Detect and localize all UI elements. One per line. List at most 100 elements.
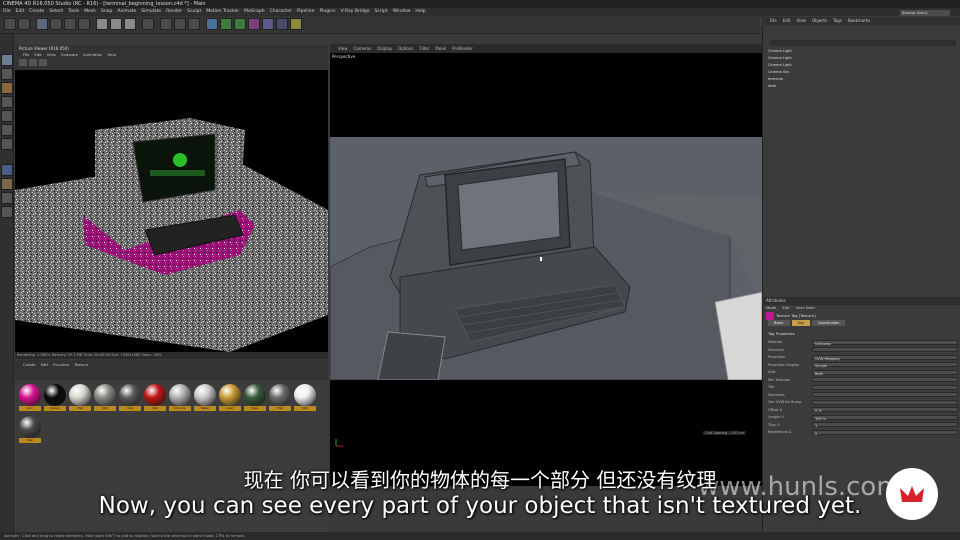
viewport-menu-item[interactable]: Options — [398, 44, 413, 53]
material-name[interactable]: Mat — [144, 406, 166, 411]
viewport-menu-item[interactable]: Panel — [435, 44, 446, 53]
attribute-tab[interactable]: Basic — [768, 320, 790, 326]
cube-icon[interactable] — [206, 18, 218, 30]
picture-viewer-menu-item[interactable]: Edit — [34, 52, 41, 57]
material-name[interactable]: Mat — [69, 406, 91, 411]
x-axis-icon[interactable] — [96, 18, 108, 30]
picture-viewer-menu-item[interactable]: View — [47, 52, 56, 57]
material-name[interactable]: Chrome — [169, 406, 191, 411]
points-mode-icon[interactable] — [1, 110, 13, 122]
menu-item[interactable]: Plugins — [319, 8, 335, 16]
tweak-icon[interactable] — [1, 178, 13, 190]
attribute-value-field[interactable] — [812, 399, 958, 405]
menu-item[interactable]: V-Ray Bridge — [341, 8, 370, 16]
material-swatch[interactable] — [94, 384, 116, 406]
picture-viewer-menu-item[interactable]: Help — [107, 52, 116, 57]
menu-item[interactable]: Window — [393, 8, 411, 16]
material-swatch[interactable] — [69, 384, 91, 406]
viewport-menu-item[interactable]: View — [338, 44, 348, 53]
texture-mode-icon[interactable] — [1, 82, 13, 94]
object-row[interactable]: Cinema Light — [768, 62, 792, 68]
menu-item[interactable]: Snap — [101, 8, 112, 16]
material-menu-item[interactable]: Function — [53, 362, 69, 367]
material-name[interactable]: Metal — [194, 406, 216, 411]
object-row[interactable]: desk — [768, 83, 776, 89]
object-manager-menu-item[interactable]: Bookmarks — [848, 17, 870, 25]
menu-item[interactable]: Tools — [68, 8, 79, 16]
viewport-menu-item[interactable]: Cameras — [354, 44, 372, 53]
menu-item[interactable]: Render — [166, 8, 182, 16]
move-tool-icon[interactable] — [50, 18, 62, 30]
menu-item[interactable]: File — [3, 8, 11, 16]
object-manager-menu-item[interactable]: Tags — [833, 17, 842, 25]
attribute-value-field[interactable]: Both — [812, 369, 958, 376]
picture-viewer-menu-item[interactable]: Compare — [61, 52, 78, 57]
object-manager-menu-item[interactable]: View — [796, 17, 806, 25]
viewport-menu-item[interactable]: Filter — [419, 44, 429, 53]
render-picture-viewer-icon[interactable] — [174, 18, 186, 30]
material-swatch[interactable] — [144, 384, 166, 406]
attribute-value-field[interactable] — [812, 347, 958, 352]
material-swatch[interactable] — [219, 384, 241, 406]
object-row[interactable]: terminal — [768, 76, 783, 82]
scale-tool-icon[interactable] — [64, 18, 76, 30]
workplane-icon[interactable] — [1, 96, 13, 108]
material-swatch[interactable] — [194, 384, 216, 406]
render-settings-icon[interactable] — [188, 18, 200, 30]
material-name[interactable]: Mat — [294, 406, 316, 411]
object-manager-menu-item[interactable]: Edit — [783, 17, 791, 25]
scene-icon[interactable] — [262, 18, 274, 30]
fit-view-icon[interactable] — [29, 59, 37, 66]
material-name[interactable]: Mat — [19, 438, 41, 443]
light-icon[interactable] — [290, 18, 302, 30]
object-search-field[interactable] — [770, 40, 956, 46]
object-row[interactable]: Cinema Light — [768, 55, 792, 61]
object-row[interactable]: Cinema Light — [768, 48, 792, 54]
zoom-icon[interactable] — [39, 59, 47, 66]
material-swatch[interactable] — [19, 416, 41, 438]
menu-item[interactable]: Character — [270, 8, 292, 16]
material-name[interactable]: Screen — [44, 406, 66, 411]
attribute-value-field[interactable]: Unknown — [812, 339, 958, 346]
attribute-value-field[interactable]: 0 — [812, 429, 958, 436]
generator-icon[interactable] — [234, 18, 246, 30]
picture-viewer-menu-item[interactable]: Animation — [83, 52, 102, 57]
material-swatch[interactable] — [169, 384, 191, 406]
deformer-icon[interactable] — [248, 18, 260, 30]
material-swatch[interactable] — [19, 384, 41, 406]
attribute-tab[interactable]: Tag — [791, 320, 810, 326]
stop-render-icon[interactable] — [19, 59, 27, 66]
material-name[interactable]: Mat — [119, 406, 141, 411]
material-name[interactable]: Scrn — [19, 406, 41, 411]
model-mode-icon[interactable] — [1, 68, 13, 80]
make-editable-icon[interactable] — [1, 54, 13, 66]
menu-item[interactable]: Select — [49, 8, 63, 16]
material-name[interactable]: Mat — [269, 406, 291, 411]
material-name[interactable]: Keys — [244, 406, 266, 411]
attributes-menu-item[interactable]: Edit — [782, 305, 789, 310]
picture-viewer-menu-item[interactable]: File — [23, 52, 29, 57]
attribute-value-field[interactable]: Simple — [812, 362, 958, 368]
material-menu-item[interactable]: Create — [23, 362, 36, 367]
material-swatch[interactable] — [269, 384, 291, 406]
redo-icon[interactable] — [18, 18, 30, 30]
menu-item[interactable]: Sculpt — [187, 8, 201, 16]
viewport-scene[interactable] — [329, 137, 763, 381]
edges-mode-icon[interactable] — [1, 124, 13, 136]
menu-item[interactable]: Pipeline — [297, 8, 315, 16]
z-axis-icon[interactable] — [124, 18, 136, 30]
menu-item[interactable]: Animate — [117, 8, 136, 16]
menu-item[interactable]: Script — [375, 8, 388, 16]
attribute-value-field[interactable] — [812, 384, 958, 390]
y-axis-icon[interactable] — [110, 18, 122, 30]
attribute-value-field[interactable]: 100 % — [812, 414, 958, 421]
material-swatch[interactable] — [294, 384, 316, 406]
menu-item[interactable]: Simulate — [141, 8, 161, 16]
attribute-value-field[interactable] — [812, 377, 958, 382]
render-view-icon[interactable] — [160, 18, 172, 30]
attribute-value-field[interactable]: 1 — [812, 422, 958, 428]
camera-icon[interactable] — [276, 18, 288, 30]
attribute-tab[interactable]: Coordinates — [811, 320, 846, 326]
menu-item[interactable]: Motion Tracker — [206, 8, 239, 16]
object-row[interactable]: Cinema Sky — [768, 69, 789, 75]
